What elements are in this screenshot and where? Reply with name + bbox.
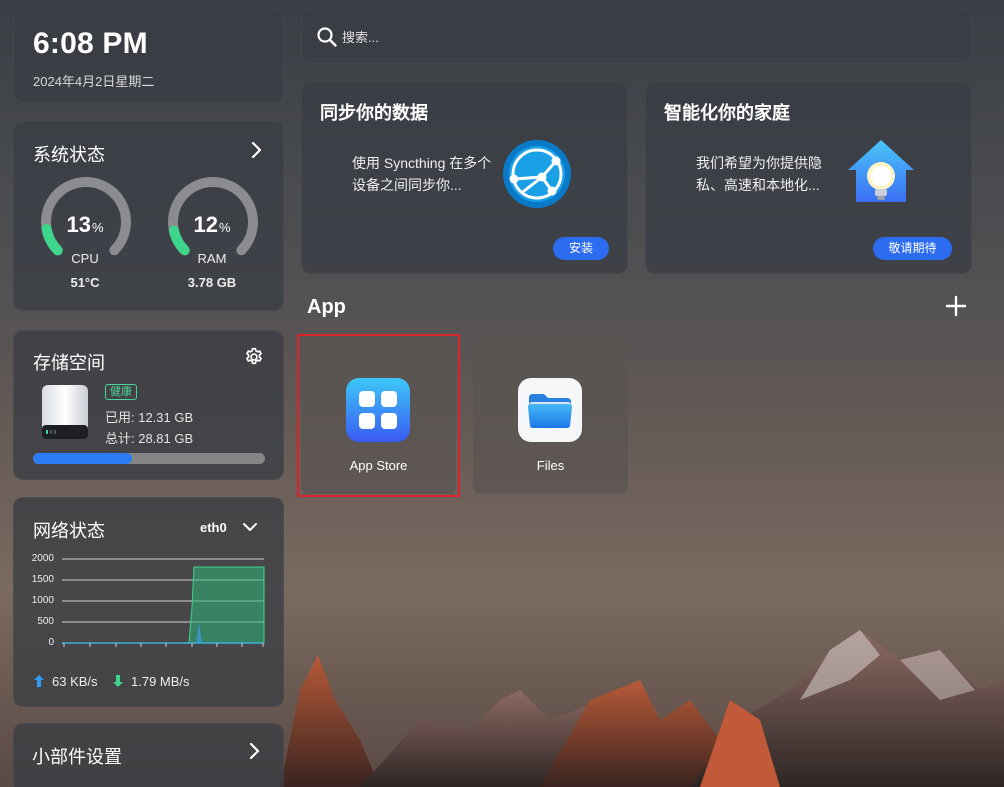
disk-icon: [42, 385, 88, 439]
widget-settings-title: 小部件设置: [32, 747, 122, 767]
chevron-right-icon: [249, 742, 260, 760]
ram-label: RAM: [197, 251, 227, 266]
gear-icon[interactable]: [244, 347, 264, 367]
net-y-tick-0: 0: [48, 637, 54, 648]
net-y-tick-1500: 1500: [31, 574, 54, 585]
clock-date: 2024年4月2日星期二: [33, 74, 155, 89]
system-status-widget: 系统状态 13% CPU 51°C 12% RAM 3.78 GB: [13, 121, 284, 311]
cpu-temperature: 51°C: [70, 275, 100, 290]
app-name: Files: [536, 458, 565, 473]
promo-description: 使用 Syncthing 在多个设备之间同步你...: [352, 155, 492, 193]
app-tile-files[interactable]: Files: [473, 339, 628, 494]
chevron-down-icon[interactable]: [241, 518, 259, 536]
network-interface-select[interactable]: eth0: [200, 520, 227, 535]
promo-card-syncthing: 同步你的数据 使用 Syncthing 在多个设备之间同步你... 安装: [301, 81, 628, 274]
syncthing-logo-icon: [503, 140, 571, 208]
clock-time: 6:08 PM: [33, 27, 148, 60]
net-y-tick-1000: 1000: [31, 595, 54, 606]
apps-section-title: App: [307, 296, 346, 318]
download-speed: 1.79 MB/s: [131, 674, 190, 689]
upload-speed: 63 KB/s: [52, 674, 98, 689]
ram-used: 3.78 GB: [187, 275, 237, 290]
storage-used: 已用: 12.31 GB: [105, 410, 194, 425]
app-name: App Store: [349, 458, 408, 473]
app-tile-app-store[interactable]: App Store: [301, 339, 456, 494]
system-status-title: 系统状态: [33, 145, 105, 165]
promo-card-smart-home: 智能化你的家庭 我们希望为你提供隐私、高速和本地化... 敬请期待: [645, 81, 972, 274]
chevron-right-icon[interactable]: [248, 140, 266, 160]
cpu-usage-value: 13%: [66, 212, 104, 237]
download-arrow-icon: [113, 675, 123, 687]
storage-total: 总计: 28.81 GB: [105, 431, 194, 446]
promo-description: 我们希望为你提供隐私、高速和本地化...: [696, 155, 822, 193]
promo-title: 智能化你的家庭: [664, 103, 790, 123]
search-icon: [317, 27, 337, 47]
coming-soon-button[interactable]: 敬请期待: [873, 237, 952, 260]
install-button[interactable]: 安装: [553, 237, 609, 260]
clock-widget: 6:08 PM 2024年4月2日星期二: [13, 10, 284, 103]
search-input[interactable]: [342, 26, 942, 48]
promo-title: 同步你的数据: [320, 103, 428, 123]
net-y-tick-2000: 2000: [31, 553, 54, 564]
storage-usage-bar: [33, 453, 265, 464]
app-store-icon: [346, 378, 410, 442]
widget-settings-button[interactable]: 小部件设置: [13, 723, 284, 787]
storage-title: 存储空间: [33, 353, 105, 373]
net-y-tick-500: 500: [37, 616, 54, 627]
ram-usage-value: 12%: [193, 212, 231, 237]
network-status-title: 网络状态: [33, 521, 105, 541]
smart-home-bulb-icon: [848, 140, 914, 202]
upload-arrow-icon: [34, 675, 44, 687]
storage-usage-fill: [33, 453, 133, 464]
search-bar: [301, 9, 972, 64]
network-status-widget: 网络状态 eth0 2000 1500 1000 500 0 63 KB/s 1…: [13, 497, 284, 707]
files-folder-icon: [518, 378, 582, 442]
storage-widget: 存储空间 健康 已用: 12.31 GB 总计: 28.81 GB: [13, 330, 284, 480]
add-app-icon[interactable]: [944, 294, 968, 318]
cpu-label: CPU: [71, 251, 99, 266]
network-traffic-chart: [62, 558, 265, 647]
storage-health-badge: 健康: [105, 382, 137, 400]
